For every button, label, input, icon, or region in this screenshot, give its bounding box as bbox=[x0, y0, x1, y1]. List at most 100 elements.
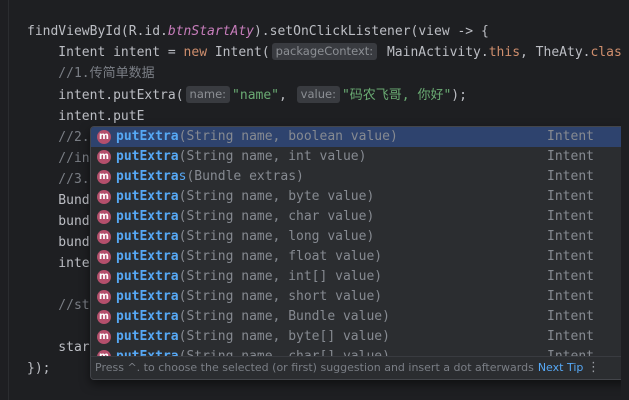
method-signature: (String name, byte value) bbox=[178, 189, 375, 204]
method-icon: m bbox=[97, 170, 111, 184]
code-line-10: bund bbox=[27, 214, 90, 229]
method-signature: (String name, char value) bbox=[178, 209, 375, 224]
parameter-hint: value: bbox=[296, 86, 340, 103]
completion-item-text: putExtra(String name, short value) bbox=[116, 287, 382, 307]
method-name: putExtra bbox=[116, 209, 179, 224]
code-line-14: star bbox=[27, 340, 90, 355]
method-icon: m bbox=[97, 290, 111, 304]
code-line-11: bund bbox=[27, 235, 90, 250]
code-line-6: //2. bbox=[27, 130, 90, 145]
footer-hint-text: Press ^. to choose the selected (or firs… bbox=[95, 361, 534, 374]
method-name-match: putExtra bbox=[116, 269, 179, 284]
method-icon: m bbox=[97, 230, 111, 244]
method-icon: m bbox=[97, 250, 111, 264]
completion-item[interactable]: m putExtra(String name, Bundle value) Inte… bbox=[91, 307, 629, 327]
method-name: putExtra bbox=[116, 269, 179, 284]
code-token: Intent( bbox=[207, 45, 270, 60]
method-icon: m bbox=[97, 330, 111, 344]
completion-item[interactable]: m putExtra(String name, long value) Intent bbox=[91, 227, 629, 247]
completion-item[interactable]: m putExtra(String name, boolean value) Int… bbox=[91, 127, 629, 147]
method-icon: m bbox=[97, 190, 111, 204]
return-type: Intent bbox=[547, 229, 594, 244]
method-name: putExtra bbox=[116, 249, 179, 264]
method-signature: (String name, int[] value) bbox=[178, 269, 383, 284]
code-line-8: //3. bbox=[27, 172, 90, 187]
method-name-match: putExtra bbox=[116, 149, 179, 164]
code-line-1: findViewById(R.id.btnStartAty).setOnClic… bbox=[27, 22, 489, 42]
return-type: Intent bbox=[547, 149, 594, 164]
code-line-9: Bund bbox=[27, 193, 90, 208]
editor-scrollbar[interactable] bbox=[621, 0, 629, 400]
gutter-divider bbox=[8, 0, 9, 400]
code-token: ); bbox=[451, 88, 467, 103]
method-signature: (String name, byte[] value) bbox=[178, 329, 390, 344]
method-name-match: putExtra bbox=[116, 329, 179, 344]
return-type: Intent bbox=[547, 129, 594, 144]
code-line-current[interactable]: intent.putE bbox=[27, 107, 144, 127]
method-name: putExtras bbox=[116, 169, 186, 184]
completion-item[interactable]: m putExtra(String name, byte[] value) Inte… bbox=[91, 327, 629, 347]
completion-footer: Press ^. to choose the selected (or firs… bbox=[91, 356, 629, 379]
return-type: Intent bbox=[547, 169, 594, 184]
method-icon: m bbox=[97, 310, 111, 324]
code-token: ).setOnClickListener(view -> { bbox=[253, 24, 489, 39]
completion-item-text: putExtra(String name, Bundle value) bbox=[116, 307, 390, 327]
method-name-match: putExtra bbox=[116, 249, 179, 264]
method-name-match: putExtra bbox=[116, 209, 179, 224]
completion-item-text: putExtra(String name, char value) bbox=[116, 207, 374, 227]
completion-item[interactable]: m putExtra(String name, byte value) Intent bbox=[91, 187, 629, 207]
completion-item[interactable]: m putExtra(String name, short value) Inten… bbox=[91, 287, 629, 307]
method-name: putExtra bbox=[116, 329, 179, 344]
code-token: , bbox=[279, 88, 295, 103]
completion-item-text: putExtra(String name, byte[] value) bbox=[116, 327, 390, 347]
method-signature: (String name, short value) bbox=[178, 289, 383, 304]
code-token-string: "码农飞哥, 你好" bbox=[341, 88, 452, 103]
method-signature: (Bundle extras) bbox=[186, 169, 304, 184]
method-name-match: putExtra bbox=[116, 169, 179, 184]
return-type: Intent bbox=[547, 269, 594, 284]
code-line-12: inte bbox=[27, 256, 90, 271]
code-token: , TheAty. bbox=[520, 45, 591, 60]
code-token: intent.putExtra( bbox=[27, 88, 184, 103]
completion-item-text: putExtra(String name, boolean value) bbox=[116, 127, 398, 147]
return-type: Intent bbox=[547, 309, 594, 324]
return-type: Intent bbox=[547, 289, 594, 304]
return-type: Intent bbox=[547, 209, 594, 224]
completion-item[interactable]: m putExtra(String name, float value) Inten… bbox=[91, 247, 629, 267]
method-icon: m bbox=[97, 150, 111, 164]
code-completion-popup: m putExtra(String name, boolean value) Int… bbox=[90, 126, 629, 380]
code-line-4: intent.putExtra(name: "name", value: "码农飞哥… bbox=[27, 86, 467, 106]
code-token-string: "name" bbox=[232, 88, 280, 103]
return-type: Intent bbox=[547, 329, 594, 344]
return-type: Intent bbox=[547, 249, 594, 264]
completion-item-text: putExtra(String name, int value) bbox=[116, 147, 366, 167]
code-line-7: //in bbox=[27, 151, 90, 166]
method-signature: (String name, long value) bbox=[178, 229, 375, 244]
completion-list: m putExtra(String name, boolean value) Int… bbox=[91, 127, 629, 357]
method-name: putExtra bbox=[116, 309, 179, 324]
method-name-match: putExtra bbox=[116, 189, 179, 204]
method-name: putExtra bbox=[116, 189, 179, 204]
method-name-match: putExtra bbox=[116, 129, 179, 144]
code-token-keyword: new bbox=[183, 45, 208, 60]
completion-item[interactable]: m putExtra(String name, char value) Intent bbox=[91, 207, 629, 227]
completion-item-text: putExtra(String name, int[] value) bbox=[116, 267, 382, 287]
code-token: MainActivity. bbox=[379, 45, 489, 60]
more-options-icon[interactable]: ⋮ bbox=[587, 357, 600, 379]
method-icon: m bbox=[97, 270, 111, 284]
completion-item[interactable]: m putExtra(String name, int[] value) Inten… bbox=[91, 267, 629, 287]
parameter-hint: name: bbox=[185, 86, 231, 103]
code-token-field: btnStartAty bbox=[167, 24, 254, 39]
parameter-hint: packageContext: bbox=[271, 43, 378, 60]
completion-item[interactable]: m putExtras(Bundle extras) Intent bbox=[91, 167, 629, 187]
method-name-match: putExtra bbox=[116, 289, 179, 304]
method-icon: m bbox=[97, 210, 111, 224]
method-signature: (String name, float value) bbox=[178, 249, 383, 264]
code-line-2: Intent intent = new Intent(packageContex… bbox=[27, 43, 629, 63]
code-token: findViewById(R.id. bbox=[27, 24, 168, 39]
method-signature: (String name, Bundle value) bbox=[178, 309, 390, 324]
next-tip-link[interactable]: Next Tip bbox=[538, 361, 584, 374]
completion-item[interactable]: m putExtra(String name, int value) Intent bbox=[91, 147, 629, 167]
code-token-keyword: this bbox=[488, 45, 521, 60]
completion-item-text: putExtra(String name, byte value) bbox=[116, 187, 374, 207]
